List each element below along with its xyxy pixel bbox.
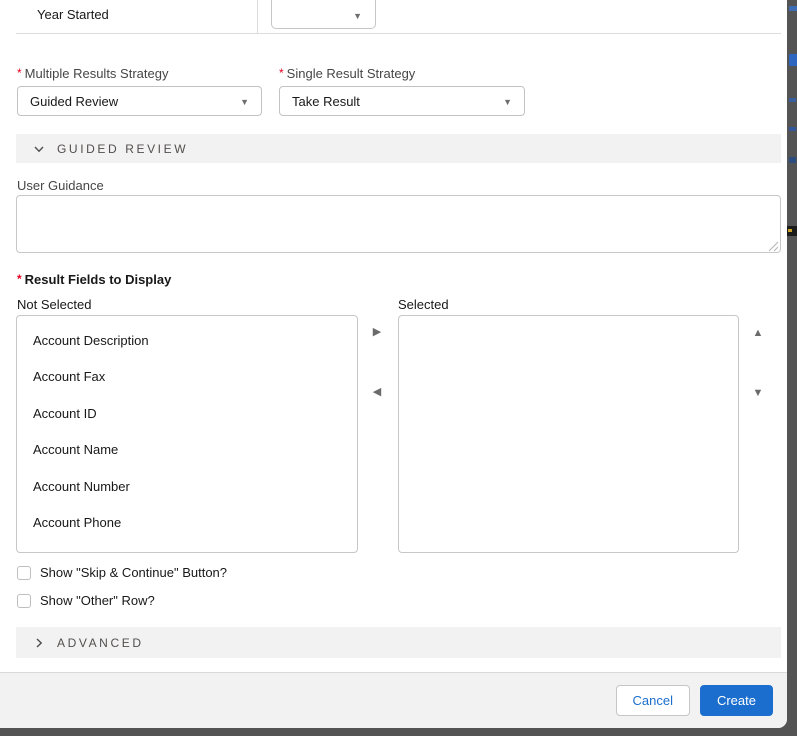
right-arrow-icon: ▶	[372, 325, 382, 338]
move-down-button[interactable]: ▼	[750, 385, 766, 401]
move-up-button[interactable]: ▲	[750, 325, 766, 341]
move-left-button[interactable]: ◀	[369, 384, 385, 400]
skip-continue-checkbox[interactable]	[17, 565, 31, 580]
chevron-down-icon: ▼	[240, 97, 249, 107]
dialog-footer: Cancel Create	[0, 672, 787, 728]
user-guidance-textarea[interactable]	[16, 195, 781, 253]
other-row-checkbox-label: Show "Other" Row?	[40, 593, 155, 608]
chevron-down-icon	[34, 146, 44, 152]
list-item[interactable]: Account ID	[17, 395, 357, 432]
create-dialog: Year Started ▼ * Multiple Results Strateg…	[0, 0, 787, 728]
backdrop-artifact	[789, 6, 797, 11]
section-advanced[interactable]: ADVANCED	[16, 627, 781, 658]
required-asterisk: *	[17, 272, 22, 286]
multiple-results-strategy-label: * Multiple Results Strategy	[17, 66, 169, 81]
not-selected-listbox[interactable]: Account Description Account Fax Account …	[16, 315, 358, 553]
backdrop-artifact	[789, 98, 796, 102]
multiple-results-strategy-select[interactable]: Guided Review ▼	[17, 86, 262, 116]
resize-handle-icon[interactable]	[768, 241, 779, 252]
move-right-button[interactable]: ▶	[369, 324, 385, 340]
section-guided-review-title: GUIDED REVIEW	[57, 141, 189, 156]
selected-label: Selected	[398, 297, 449, 312]
up-arrow-icon: ▲	[752, 326, 764, 339]
other-row-checkbox-row: Show "Other" Row?	[17, 593, 155, 608]
single-result-strategy-value: Take Result	[292, 93, 360, 109]
list-item[interactable]: Account Rating	[17, 541, 357, 553]
create-button[interactable]: Create	[699, 685, 773, 716]
backdrop-artifact	[789, 127, 796, 131]
year-started-dropdown[interactable]: ▼	[271, 0, 376, 29]
chevron-right-icon	[36, 637, 43, 648]
chevron-down-icon: ▼	[503, 97, 512, 107]
screen: Year Started ▼ * Multiple Results Strateg…	[0, 0, 797, 736]
selected-listbox[interactable]	[398, 315, 739, 553]
list-item[interactable]: Account Phone	[17, 505, 357, 542]
chevron-down-icon: ▼	[353, 11, 362, 21]
single-result-strategy-label: * Single Result Strategy	[279, 66, 416, 81]
single-result-strategy-select[interactable]: Take Result ▼	[279, 86, 525, 116]
other-row-checkbox[interactable]	[17, 593, 31, 608]
table-column-divider	[257, 0, 258, 33]
cancel-button[interactable]: Cancel	[615, 685, 690, 716]
backdrop-artifact	[788, 229, 792, 232]
list-item[interactable]: Account Number	[17, 468, 357, 505]
required-asterisk: *	[279, 66, 284, 80]
backdrop-artifact	[789, 157, 796, 163]
multiple-results-strategy-value: Guided Review	[30, 93, 119, 109]
section-guided-review[interactable]: GUIDED REVIEW	[16, 134, 781, 163]
backdrop-artifact	[789, 54, 797, 66]
required-asterisk: *	[17, 66, 22, 80]
year-started-label: Year Started	[37, 7, 109, 22]
not-selected-label: Not Selected	[17, 297, 92, 312]
down-arrow-icon: ▼	[752, 386, 764, 399]
list-item[interactable]: Account Fax	[17, 359, 357, 396]
list-item[interactable]: Account Description	[17, 322, 357, 359]
result-fields-label: * Result Fields to Display	[17, 272, 172, 287]
left-arrow-icon: ◀	[372, 385, 382, 398]
skip-continue-checkbox-label: Show "Skip & Continue" Button?	[40, 565, 228, 580]
section-advanced-title: ADVANCED	[57, 635, 144, 650]
list-item[interactable]: Account Name	[17, 432, 357, 469]
skip-continue-checkbox-row: Show "Skip & Continue" Button?	[17, 565, 227, 580]
row-divider	[16, 33, 781, 34]
user-guidance-label: User Guidance	[17, 178, 104, 193]
